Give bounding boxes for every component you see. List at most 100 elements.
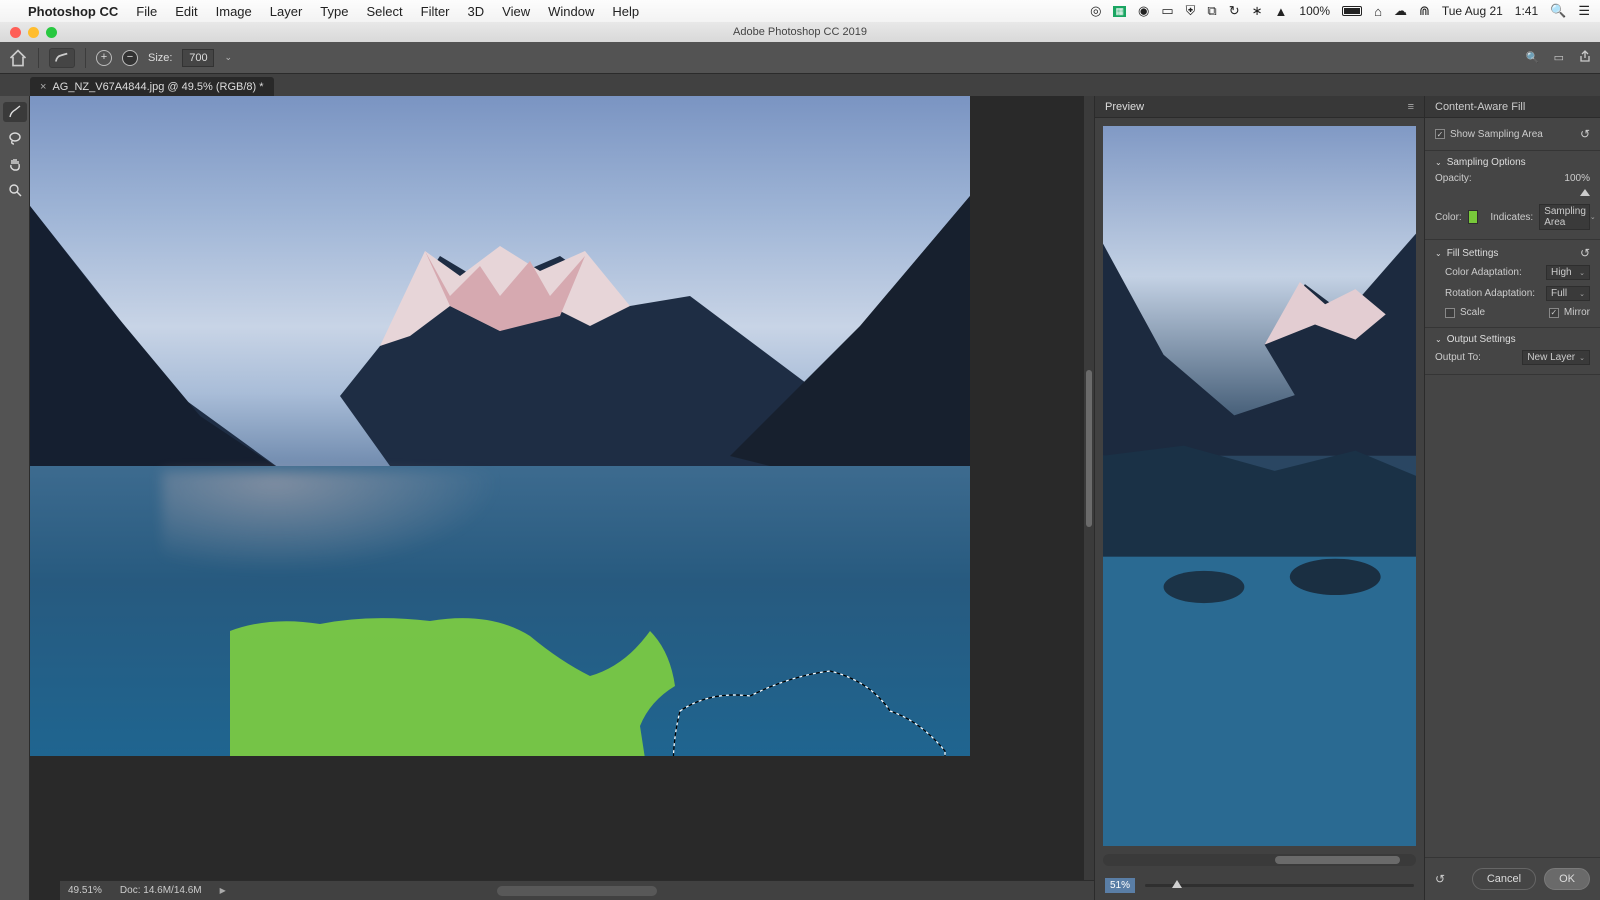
close-tab-icon[interactable]: × (40, 81, 46, 93)
output-to-dropdown[interactable]: New Layer⌄ (1522, 350, 1590, 365)
zoom-tool[interactable] (3, 180, 27, 200)
mac-menu-bar: Photoshop CC File Edit Image Layer Type … (0, 0, 1600, 22)
subtract-from-sampling-button[interactable]: − (122, 50, 138, 66)
sampling-color-swatch[interactable] (1468, 210, 1479, 224)
menu-view[interactable]: View (502, 4, 530, 19)
battery-icon (1342, 6, 1362, 16)
opacity-slider[interactable] (1435, 189, 1590, 201)
selection-marquee (670, 661, 950, 756)
fill-settings-label: Fill Settings (1447, 248, 1499, 259)
indicates-label: Indicates: (1490, 212, 1533, 223)
rotation-adaptation-label: Rotation Adaptation: (1445, 288, 1535, 299)
lasso-tool[interactable] (3, 128, 27, 148)
sampling-brush-tool[interactable] (3, 102, 27, 122)
preview-zoom-value[interactable]: 51% (1105, 878, 1135, 893)
menu-type[interactable]: Type (320, 4, 348, 19)
user-switch-icon: ⌂ (1374, 4, 1382, 19)
reset-sampling-icon[interactable]: ↺ (1580, 127, 1590, 141)
sampling-area-overlay (230, 606, 700, 756)
show-sampling-label: Show Sampling Area (1450, 129, 1543, 140)
reset-all-icon[interactable]: ↺ (1435, 872, 1445, 886)
content-aware-fill-panel: Content-Aware Fill Show Sampling Area ↺ … (1424, 96, 1600, 900)
cloud-icon: ☁ (1394, 3, 1407, 19)
screen-mode-icon[interactable]: ▭ (1554, 51, 1564, 64)
menu-image[interactable]: Image (216, 4, 252, 19)
bluetooth-icon: ∗ (1252, 3, 1263, 19)
preview-panel: Preview ≡ 51% (1094, 96, 1424, 900)
document-canvas[interactable] (30, 96, 970, 756)
display-icon: ▭ (1161, 3, 1173, 19)
preview-zoom-bar: 51% (1095, 870, 1424, 900)
shield-icon: ⛨ (1186, 3, 1196, 19)
wifi-icon: ⋒ (1419, 3, 1430, 19)
preview-zoom-slider[interactable] (1145, 884, 1414, 887)
menu-3d[interactable]: 3D (468, 4, 485, 19)
preview-canvas[interactable] (1103, 126, 1416, 846)
window-close-button[interactable] (10, 27, 21, 38)
brush-preset-picker[interactable] (49, 48, 75, 68)
brush-size-input[interactable] (182, 49, 214, 67)
status-bar: 49.51% Doc: 14.6M/14.6M ▶ (60, 880, 1094, 900)
menu-edit[interactable]: Edit (175, 4, 197, 19)
disclose-icon[interactable]: ⌄ (1435, 249, 1442, 258)
zoom-readout[interactable]: 49.51% (68, 885, 102, 896)
caf-panel-title: Content-Aware Fill (1425, 96, 1600, 118)
opacity-value[interactable]: 100% (1564, 173, 1590, 184)
window-minimize-button[interactable] (28, 27, 39, 38)
tool-column (0, 96, 30, 900)
reset-fill-icon[interactable]: ↺ (1580, 246, 1590, 260)
backup-icon: ↻ (1229, 3, 1240, 19)
window-title: Adobe Photoshop CC 2019 (733, 26, 867, 38)
color-adaptation-label: Color Adaptation: (1445, 267, 1522, 278)
output-to-label: Output To: (1435, 352, 1481, 363)
canvas-horizontal-scrollbar[interactable] (497, 886, 657, 896)
document-tab-label: AG_NZ_V67A4844.jpg @ 49.5% (RGB/8) * (52, 81, 263, 93)
app-name[interactable]: Photoshop CC (28, 4, 118, 19)
size-dropdown-icon[interactable]: ⌄ (224, 52, 232, 63)
opacity-label: Opacity: (1435, 173, 1472, 184)
status-menu-icon[interactable]: ▶ (220, 886, 226, 895)
menu-time: 1:41 (1515, 4, 1538, 18)
menu-help[interactable]: Help (612, 4, 639, 19)
cc-status-icon: ◎ (1090, 3, 1101, 19)
canvas-vertical-scrollbar[interactable] (1084, 96, 1094, 880)
sampling-options-label: Sampling Options (1447, 157, 1526, 168)
menu-date: Tue Aug 21 (1442, 4, 1503, 18)
cancel-button[interactable]: Cancel (1472, 868, 1536, 890)
add-to-sampling-button[interactable]: + (96, 50, 112, 66)
mac-status-right: ◎ ▦ ◉ ▭ ⛨ ⧉ ↻ ∗ ▲ 100% ⌂ ☁ ⋒ Tue Aug 21 … (1090, 3, 1590, 19)
preview-panel-menu-icon[interactable]: ≡ (1408, 101, 1414, 113)
mirror-checkbox[interactable] (1549, 308, 1559, 318)
menu-filter[interactable]: Filter (421, 4, 450, 19)
dropbox-icon: ⧉ (1207, 3, 1216, 19)
canvas-area[interactable]: 49.51% Doc: 14.6M/14.6M ▶ (30, 96, 1094, 900)
color-adaptation-dropdown[interactable]: High⌄ (1546, 265, 1590, 280)
spotlight-icon[interactable]: 🔍 (1550, 3, 1566, 19)
window-title-bar: Adobe Photoshop CC 2019 (0, 22, 1600, 42)
ok-button[interactable]: OK (1544, 868, 1590, 890)
rotation-adaptation-dropdown[interactable]: Full⌄ (1546, 286, 1590, 301)
color-label: Color: (1435, 212, 1462, 223)
home-button[interactable] (8, 48, 28, 68)
share-icon[interactable] (1578, 49, 1592, 66)
hand-tool[interactable] (3, 154, 27, 174)
menu-file[interactable]: File (136, 4, 157, 19)
show-sampling-checkbox[interactable] (1435, 129, 1445, 139)
options-bar: + − Size: ⌄ 🔍 ▭ (0, 42, 1600, 74)
disclose-icon[interactable]: ⌄ (1435, 158, 1442, 167)
mirror-label: Mirror (1564, 307, 1590, 318)
preview-horizontal-scrollbar[interactable] (1103, 854, 1416, 866)
output-settings-label: Output Settings (1447, 334, 1516, 345)
disclose-icon[interactable]: ⌄ (1435, 335, 1442, 344)
menu-layer[interactable]: Layer (270, 4, 303, 19)
menu-window[interactable]: Window (548, 4, 594, 19)
window-maximize-button[interactable] (46, 27, 57, 38)
document-tab[interactable]: × AG_NZ_V67A4844.jpg @ 49.5% (RGB/8) * (30, 77, 274, 96)
battery-pct: 100% (1299, 4, 1330, 18)
scale-checkbox[interactable] (1445, 308, 1455, 318)
menu-select[interactable]: Select (366, 4, 402, 19)
search-icon[interactable]: 🔍 (1526, 51, 1540, 64)
list-icon[interactable]: ☰ (1578, 3, 1590, 19)
indicates-dropdown[interactable]: Sampling Area⌄ (1539, 204, 1590, 230)
doc-size-readout[interactable]: Doc: 14.6M/14.6M (120, 885, 202, 896)
